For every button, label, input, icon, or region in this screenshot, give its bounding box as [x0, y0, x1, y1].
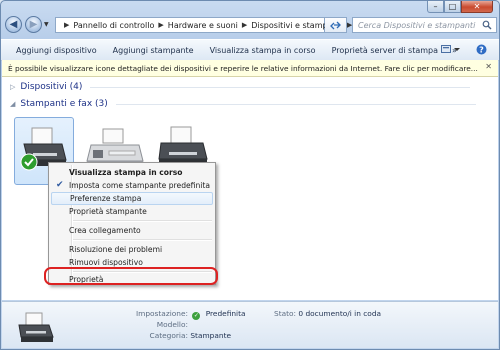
window-caption-buttons: – □ ✕: [427, 1, 493, 15]
menu-item-create-shortcut[interactable]: Crea collegamento: [51, 224, 213, 237]
menu-item-printing-preferences[interactable]: Preferenze stampa: [51, 192, 213, 205]
menu-separator: [73, 239, 212, 241]
detail-setting-value: Predefinita: [205, 309, 246, 318]
detail-status: Stato: 0 documento/i in coda: [274, 309, 381, 318]
information-bar-text: È possibile visualizzare icone dettaglia…: [8, 63, 478, 73]
add-device-button[interactable]: Aggiungi dispositivo: [1, 46, 105, 55]
search-icon[interactable]: [482, 20, 492, 30]
navigation-bar: ◀ ▶ ▼ ▶ Pannello di controllo ▶ Hardware…: [5, 15, 497, 35]
refresh-button[interactable]: [325, 17, 347, 33]
view-options-button[interactable]: [439, 43, 463, 55]
menu-item-set-default[interactable]: ✔ Imposta come stampante predefinita: [51, 179, 213, 192]
refresh-icon: [330, 21, 341, 29]
breadcrumb-hardware-sound[interactable]: Hardware e suoni: [166, 21, 240, 30]
svg-text:?: ?: [479, 45, 484, 54]
detail-category-label: Categoria:: [149, 331, 188, 340]
help-button[interactable]: ?: [469, 43, 493, 55]
close-button[interactable]: ✕: [461, 1, 493, 13]
forward-button[interactable]: ▶: [25, 16, 42, 33]
add-printer-button[interactable]: Aggiungi stampante: [105, 46, 202, 55]
group-printers[interactable]: ◢ Stampanti e fax (3): [10, 99, 476, 109]
detail-category: Categoria: Stampante: [132, 331, 232, 340]
breadcrumb-control-panel[interactable]: Pannello di controllo: [71, 21, 156, 30]
expand-arrow-icon[interactable]: ▷: [10, 83, 15, 91]
checkmark-icon: ✔: [56, 180, 64, 190]
breadcrumb-arrow-icon[interactable]: ▶: [62, 21, 71, 29]
minimize-button[interactable]: –: [427, 1, 444, 13]
help-icon: ?: [476, 44, 486, 54]
detail-category-value: Stampante: [190, 331, 232, 340]
devices-content-area: È possibile visualizzare icone dettaglia…: [2, 60, 498, 300]
properties-highlight-annotation: [44, 267, 218, 285]
menu-item-see-printing[interactable]: Visualizza stampa in corso: [51, 166, 213, 179]
close-icon[interactable]: ✕: [485, 62, 492, 71]
group-printers-label: Stampanti e fax (3): [20, 99, 108, 109]
detail-status-value: 0 documento/i in coda: [298, 309, 382, 318]
recent-pages-dropdown[interactable]: ▼: [44, 21, 50, 28]
menu-item-printer-properties[interactable]: Proprietà stampante: [51, 205, 213, 218]
detail-status-label: Stato:: [274, 309, 297, 318]
details-pane: Impostazione: ✓ Predefinita Stato: 0 doc…: [2, 301, 498, 348]
view-options-icon: [441, 45, 460, 53]
ok-check-icon: ✓: [192, 312, 201, 320]
explorer-window: – □ ✕ ◀ ▶ ▼ ▶ Pannello di controllo ▶ Ha…: [0, 0, 500, 350]
collapse-arrow-icon[interactable]: ◢: [10, 100, 15, 108]
detail-model: Modello:: [132, 320, 188, 329]
menu-item-set-default-label: Imposta come stampante predefinita: [69, 181, 211, 190]
detail-setting: Impostazione: ✓ Predefinita: [132, 309, 246, 320]
search-input[interactable]: Cerca Dispositivi e stampanti: [352, 17, 497, 33]
maximize-button[interactable]: □: [444, 1, 461, 13]
group-devices[interactable]: ▷ Dispositivi (4): [10, 82, 471, 92]
print-server-properties-button[interactable]: Proprietà server di stampa: [324, 46, 446, 55]
group-devices-label: Dispositivi (4): [20, 82, 83, 92]
detail-model-label: Modello:: [156, 320, 188, 329]
group-divider: [90, 86, 471, 88]
menu-item-troubleshoot[interactable]: Risoluzione dei problemi: [51, 243, 213, 256]
see-printing-button[interactable]: Visualizza stampa in corso: [202, 46, 324, 55]
detail-setting-label: Impostazione:: [135, 309, 188, 318]
address-bar[interactable]: ▶ Pannello di controllo ▶ Hardware e suo…: [55, 17, 360, 33]
breadcrumb-arrow-icon[interactable]: ▶: [156, 21, 165, 29]
command-bar: Aggiungi dispositivo Aggiungi stampante …: [1, 39, 499, 61]
search-placeholder: Cerca Dispositivi e stampanti: [358, 20, 476, 30]
group-divider: [115, 103, 476, 105]
menu-separator: [73, 220, 212, 222]
breadcrumb-arrow-icon[interactable]: ▶: [240, 21, 249, 29]
back-button[interactable]: ◀: [5, 16, 22, 33]
information-bar[interactable]: È possibile visualizzare icone dettaglia…: [2, 60, 498, 77]
printer-icon: [18, 312, 54, 342]
